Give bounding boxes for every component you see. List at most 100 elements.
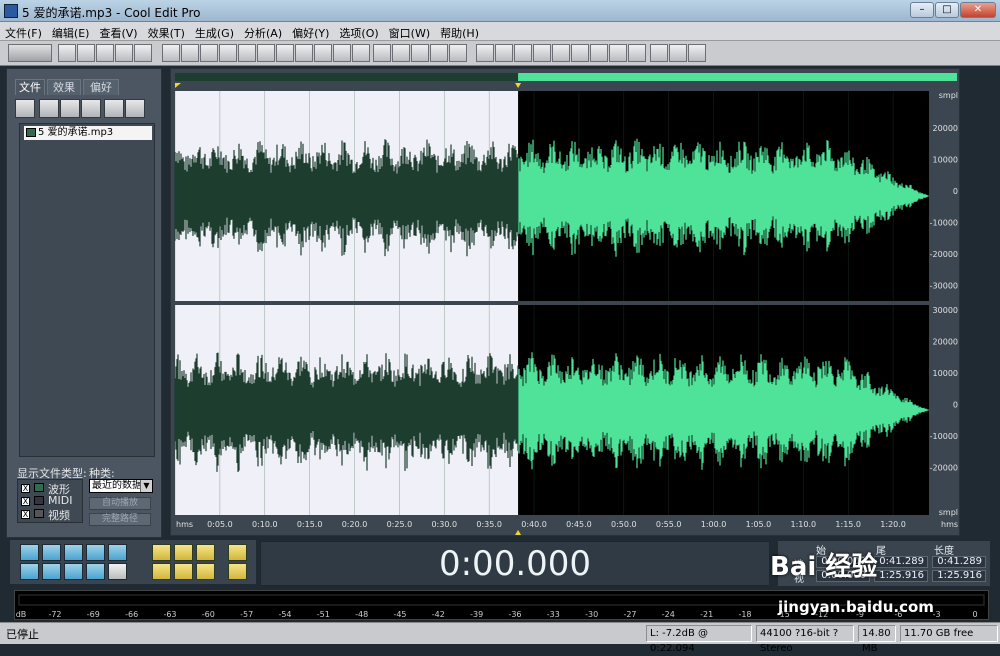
frequency-icon[interactable] [628,44,646,62]
maximize-button[interactable]: □ [935,2,959,18]
meter-tick-label: -30 [585,610,598,619]
go-to-start-icon[interactable] [20,563,39,580]
time-icon[interactable] [571,44,589,62]
paste-icon[interactable] [276,44,294,62]
fast-forward-icon[interactable] [64,563,83,580]
waveform-editor[interactable]: 20000 10000 0 -10000 -20000 -30000 30000 20000 1… [170,68,960,536]
import-icon[interactable] [39,99,59,118]
multitrack-toggle-icon[interactable] [8,44,52,62]
play-file-icon[interactable] [104,99,124,118]
loop-icon[interactable] [108,544,127,561]
list-item[interactable]: 5 爱的承诺.mp3 [24,126,152,140]
checkbox-waveform[interactable]: X [21,484,30,493]
envelope-icon[interactable] [373,44,391,62]
close-button[interactable]: ✕ [960,2,996,18]
script-icon[interactable] [669,44,687,62]
meter-tick-label: -57 [240,610,253,619]
silence-icon[interactable] [430,44,448,62]
undo-icon[interactable] [162,44,180,62]
record-icon[interactable] [108,563,127,580]
cue-icon[interactable] [590,44,608,62]
help-icon[interactable] [125,99,145,118]
type-midi-label: MIDI [48,494,73,507]
checkbox-video[interactable]: X [21,510,30,519]
rewind-icon[interactable] [42,563,61,580]
amplitude-label: 0 [953,401,958,410]
go-to-end-icon[interactable] [86,563,105,580]
type-video-label: 视频 [48,509,70,522]
time-tick-label: 1:15.0 [835,520,861,529]
close-file-icon[interactable] [134,44,152,62]
save-icon[interactable] [96,44,114,62]
time-axis-unit: hms [941,520,958,529]
amplitude-label: -20000 [930,250,958,259]
tab-favorites[interactable]: 偏好 [83,79,119,95]
cut-icon[interactable] [257,44,275,62]
zoom-left-icon[interactable] [152,563,171,580]
zoom-in-vertical-icon[interactable] [228,544,247,561]
open-folder-icon[interactable] [15,99,35,118]
play-to-end-icon[interactable] [86,544,105,561]
mix-paste-icon[interactable] [314,44,332,62]
amplitude-unit: smpl [939,508,958,517]
amplitude-unit: smpl [939,91,958,100]
zoom-out-vertical-icon[interactable] [228,563,247,580]
time-tick-label: 0:40.0 [521,520,547,529]
zoom-right-icon[interactable] [174,563,193,580]
tab-effects[interactable]: 效果 [47,79,81,95]
settings-icon[interactable] [650,44,668,62]
midi-type-icon [34,496,44,505]
open-file-icon[interactable] [77,44,95,62]
transport-controls [10,540,150,584]
view-info-icon[interactable] [514,44,532,62]
time-tick-label: 0:55.0 [656,520,682,529]
checkbox-midi[interactable]: X [21,497,30,506]
zoom-full-icon[interactable] [196,544,215,561]
view-spectral-icon[interactable] [495,44,513,62]
zoom-selection-icon[interactable] [196,563,215,580]
stop-icon[interactable] [20,544,39,561]
organizer-panel: 文件 效果 偏好 5 爱的承诺.mp3 显示文件类型: 种类: X 波形 X M… [6,68,162,538]
zoom-out-icon[interactable] [174,544,193,561]
play-icon[interactable] [533,44,551,62]
repeat-icon[interactable] [200,44,218,62]
autoplay-button[interactable]: 自动播放 [89,497,151,510]
tab-files[interactable]: 文件 [15,79,45,95]
watermark-url: jingyan.baidu.com [778,598,934,616]
invert-icon[interactable] [392,44,410,62]
waveform-type-icon [34,483,44,492]
close-file-icon[interactable] [60,99,80,118]
delete-silence-icon[interactable] [352,44,370,62]
zoom-select-icon[interactable] [552,44,570,62]
zoom-in-icon[interactable] [152,544,171,561]
waveform-view[interactable]: 20000 10000 0 -10000 -20000 -30000 30000 20000 1… [171,69,961,537]
copy-icon[interactable] [219,44,237,62]
sort-value: 最近的数据 [92,480,142,491]
reverse-icon[interactable] [411,44,429,62]
sort-select[interactable]: 最近的数据 ▼ [89,479,153,493]
mixer-icon[interactable] [609,44,627,62]
new-file-icon[interactable] [58,44,76,62]
close-all-icon[interactable] [81,99,101,118]
play-icon[interactable] [42,544,61,561]
time-tick-label: 0:10.0 [252,520,278,529]
selection-start-marker[interactable] [175,83,181,88]
trim-icon[interactable] [333,44,351,62]
selection-end-marker[interactable] [515,530,522,535]
status-state: 已停止 [6,628,39,641]
redo-icon[interactable] [181,44,199,62]
minimize-button[interactable]: – [910,2,934,18]
time-tick-label: 1:10.0 [791,520,817,529]
help-icon[interactable] [688,44,706,62]
view-waveform-icon[interactable] [476,44,494,62]
save-all-icon[interactable] [115,44,133,62]
copy-new-icon[interactable] [238,44,256,62]
type-checklist: X 波形 X MIDI X 视频 [17,479,83,523]
status-format: 44100 ?16-bit ?Stereo [756,625,854,654]
selection-end-marker[interactable] [515,83,522,88]
full-path-button[interactable]: 完整路径 [89,513,151,526]
meter-tick-label: -36 [508,610,521,619]
paste-new-icon[interactable] [295,44,313,62]
amplify-icon[interactable] [449,44,467,62]
pause-icon[interactable] [64,544,83,561]
